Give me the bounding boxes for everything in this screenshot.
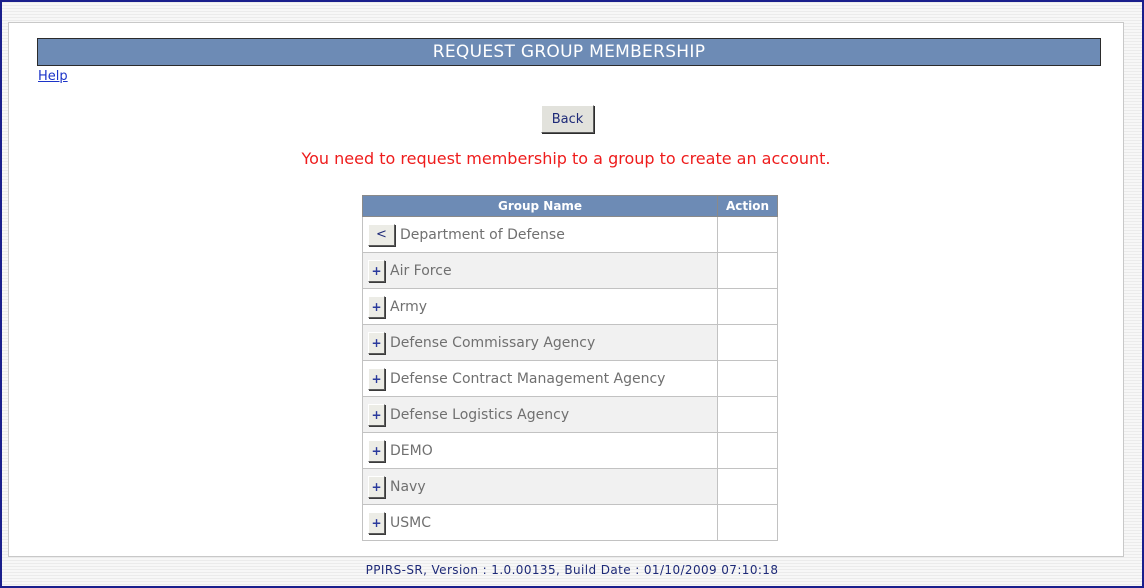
expand-button[interactable]: + bbox=[368, 511, 385, 534]
action-cell bbox=[717, 396, 778, 433]
action-cell bbox=[717, 360, 778, 397]
group-name-cell: + Defense Commissary Agency bbox=[361, 324, 719, 361]
table-row: + Army bbox=[361, 288, 778, 325]
action-cell bbox=[717, 324, 778, 361]
group-name-cell: + DEMO bbox=[361, 432, 719, 469]
group-name: Defense Contract Management Agency bbox=[390, 370, 666, 387]
help-link[interactable]: Help bbox=[38, 69, 68, 84]
group-name: Air Force bbox=[390, 262, 452, 279]
table-header-row: Group Name Action bbox=[361, 195, 778, 217]
table-row: + Navy bbox=[361, 468, 778, 505]
expand-button[interactable]: + bbox=[368, 367, 385, 390]
group-name: DEMO bbox=[390, 442, 433, 459]
column-header-group-name: Group Name bbox=[361, 195, 719, 217]
table-row: + DEMO bbox=[361, 432, 778, 469]
action-cell bbox=[717, 216, 778, 253]
main-panel: REQUEST GROUP MEMBERSHIP Help Back You n… bbox=[8, 22, 1124, 557]
collapse-button[interactable]: < bbox=[368, 223, 395, 246]
membership-message: You need to request membership to a grou… bbox=[301, 149, 831, 168]
group-table: Group Name Action < Department of Defens… bbox=[361, 195, 778, 541]
expand-button[interactable]: + bbox=[368, 403, 385, 426]
table-row: + Defense Contract Management Agency bbox=[361, 360, 778, 397]
table-row: + Air Force bbox=[361, 252, 778, 289]
group-name-cell: + Navy bbox=[361, 468, 719, 505]
action-cell bbox=[717, 432, 778, 469]
page-title: REQUEST GROUP MEMBERSHIP bbox=[37, 38, 1101, 66]
expand-button[interactable]: + bbox=[368, 259, 385, 282]
group-name-cell: + Defense Logistics Agency bbox=[361, 396, 719, 433]
group-name: Army bbox=[390, 298, 428, 315]
table-row: < Department of Defense bbox=[361, 216, 778, 253]
group-name: Navy bbox=[390, 478, 426, 495]
action-cell bbox=[717, 468, 778, 505]
group-name-cell: < Department of Defense bbox=[361, 216, 719, 253]
expand-button[interactable]: + bbox=[368, 439, 385, 462]
group-name: Defense Commissary Agency bbox=[390, 334, 596, 351]
action-cell bbox=[717, 504, 778, 541]
column-header-action: Action bbox=[717, 195, 778, 217]
table-row: + USMC bbox=[361, 504, 778, 541]
group-name-cell: + USMC bbox=[361, 504, 719, 541]
group-name-cell: + Defense Contract Management Agency bbox=[361, 360, 719, 397]
table-row: + Defense Logistics Agency bbox=[361, 396, 778, 433]
action-cell bbox=[717, 252, 778, 289]
group-name-cell: + Army bbox=[361, 288, 719, 325]
expand-button[interactable]: + bbox=[368, 331, 385, 354]
action-cell bbox=[717, 288, 778, 325]
group-name: USMC bbox=[390, 514, 431, 531]
expand-button[interactable]: + bbox=[368, 475, 385, 498]
group-name: Defense Logistics Agency bbox=[390, 406, 570, 423]
group-name-cell: + Air Force bbox=[361, 252, 719, 289]
expand-button[interactable]: + bbox=[368, 295, 385, 318]
table-row: + Defense Commissary Agency bbox=[361, 324, 778, 361]
back-button[interactable]: Back bbox=[541, 105, 594, 133]
version-footer: PPIRS-SR, Version : 1.0.00135, Build Dat… bbox=[365, 563, 779, 577]
group-name: Department of Defense bbox=[400, 226, 565, 243]
